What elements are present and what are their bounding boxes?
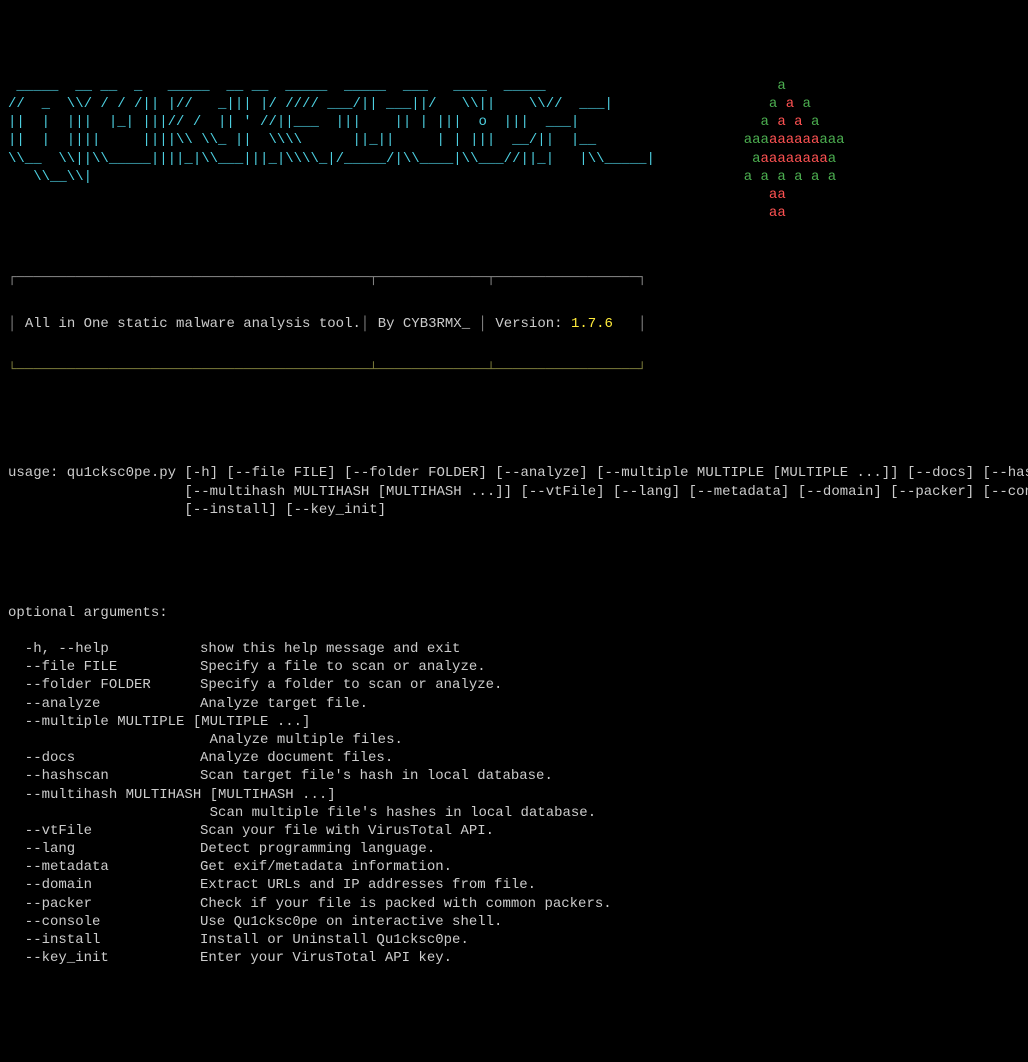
- argument-flag: --console: [8, 913, 200, 931]
- argument-description: Scan multiple file's hashes in local dat…: [210, 804, 596, 822]
- logo-ascii: _____ __ __ _ _____ __ __ _____ _____ __…: [8, 77, 655, 223]
- tree-ascii: a a a a a a a a aaaaaaaaaaaa aaaaaaaaaa …: [685, 77, 845, 223]
- argument-row: --docs Analyze document files.: [8, 749, 1020, 767]
- author: By CYB3RMX_: [378, 315, 470, 333]
- argument-flag: --packer: [8, 895, 200, 913]
- argument-row: --metadata Get exif/metadata information…: [8, 858, 1020, 876]
- box-border-bottom: └───────────────────────────────────────…: [8, 361, 647, 379]
- argument-row: --multiple MULTIPLE [MULTIPLE ...]: [8, 713, 1020, 731]
- argument-row: --lang Detect programming language.: [8, 840, 1020, 858]
- argument-description: Check if your file is packed with common…: [200, 895, 612, 913]
- argument-description: Specify a file to scan or analyze.: [200, 658, 486, 676]
- argument-row: --folder FOLDER Specify a folder to scan…: [8, 676, 1020, 694]
- argument-flag: --key_init: [8, 949, 200, 967]
- argument-row: --packer Check if your file is packed wi…: [8, 895, 1020, 913]
- argument-flag: --install: [8, 931, 200, 949]
- usage-line: [--install] [--key_init]: [8, 501, 1020, 519]
- argument-description: show this help message and exit: [200, 640, 460, 658]
- argument-row: --domain Extract URLs and IP addresses f…: [8, 876, 1020, 894]
- arguments-list: -h, --help show this help message and ex…: [8, 640, 1020, 967]
- argument-row: --install Install or Uninstall Qu1cksc0p…: [8, 931, 1020, 949]
- argument-description: Specify a folder to scan or analyze.: [200, 676, 502, 694]
- argument-description: Analyze target file.: [200, 695, 368, 713]
- usage-line: [--multihash MULTIHASH [MULTIHASH ...]] …: [8, 483, 1020, 501]
- argument-flag: --multiple MULTIPLE [MULTIPLE ...]: [8, 713, 310, 731]
- argument-flag: --analyze: [8, 695, 200, 713]
- tagline: All in One static malware analysis tool.: [25, 315, 361, 333]
- argument-description: Scan your file with VirusTotal API.: [200, 822, 494, 840]
- argument-row: --multihash MULTIHASH [MULTIHASH ...]: [8, 786, 1020, 804]
- usage-lines: usage: qu1cksc0pe.py [-h] [--file FILE] …: [8, 464, 1020, 519]
- argument-row: --file FILE Specify a file to scan or an…: [8, 658, 1020, 676]
- argument-row: Scan multiple file's hashes in local dat…: [8, 804, 1020, 822]
- argument-description: Enter your VirusTotal API key.: [200, 949, 452, 967]
- argument-row: --analyze Analyze target file.: [8, 695, 1020, 713]
- version-label: Version:: [495, 315, 562, 333]
- optional-arguments-header: optional arguments:: [8, 604, 1020, 622]
- info-box: ┌───────────────────────────────────────…: [8, 269, 1020, 287]
- argument-flag: --vtFile: [8, 822, 200, 840]
- argument-description: Install or Uninstall Qu1cksc0pe.: [200, 931, 469, 949]
- argument-row: Analyze multiple files.: [8, 731, 1020, 749]
- argument-flag: --docs: [8, 749, 200, 767]
- argument-description: Analyze document files.: [200, 749, 393, 767]
- header-ascii: _____ __ __ _ _____ __ __ _____ _____ __…: [8, 77, 1020, 223]
- argument-row: --vtFile Scan your file with VirusTotal …: [8, 822, 1020, 840]
- argument-description: Analyze multiple files.: [210, 731, 403, 749]
- argument-flag: --folder FOLDER: [8, 676, 200, 694]
- box-border-left: ┌───────────────────────────────────────…: [8, 269, 647, 287]
- argument-flag: --metadata: [8, 858, 200, 876]
- argument-flag: --multihash MULTIHASH [MULTIHASH ...]: [8, 786, 336, 804]
- argument-description: Use Qu1cksc0pe on interactive shell.: [200, 913, 502, 931]
- argument-row: --key_init Enter your VirusTotal API key…: [8, 949, 1020, 967]
- argument-flag: --file FILE: [8, 658, 200, 676]
- argument-flag: --domain: [8, 876, 200, 894]
- argument-flag: --lang: [8, 840, 200, 858]
- argument-row: --console Use Qu1cksc0pe on interactive …: [8, 913, 1020, 931]
- argument-row: -h, --help show this help message and ex…: [8, 640, 1020, 658]
- argument-description: Extract URLs and IP addresses from file.: [200, 876, 536, 894]
- argument-flag: -h, --help: [8, 640, 200, 658]
- argument-flag: --hashscan: [8, 767, 200, 785]
- usage-line: usage: qu1cksc0pe.py [-h] [--file FILE] …: [8, 464, 1020, 482]
- version-number: 1.7.6: [571, 315, 613, 333]
- argument-description: Scan target file's hash in local databas…: [200, 767, 553, 785]
- argument-row: --hashscan Scan target file's hash in lo…: [8, 767, 1020, 785]
- argument-description: Detect programming language.: [200, 840, 435, 858]
- argument-description: Get exif/metadata information.: [200, 858, 452, 876]
